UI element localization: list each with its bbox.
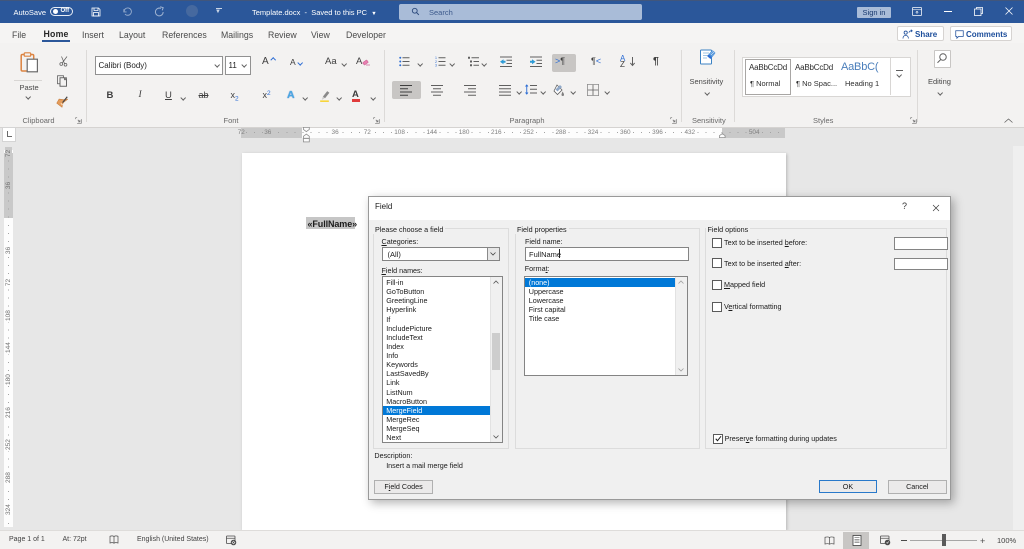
svg-text:3: 3 bbox=[435, 64, 437, 68]
